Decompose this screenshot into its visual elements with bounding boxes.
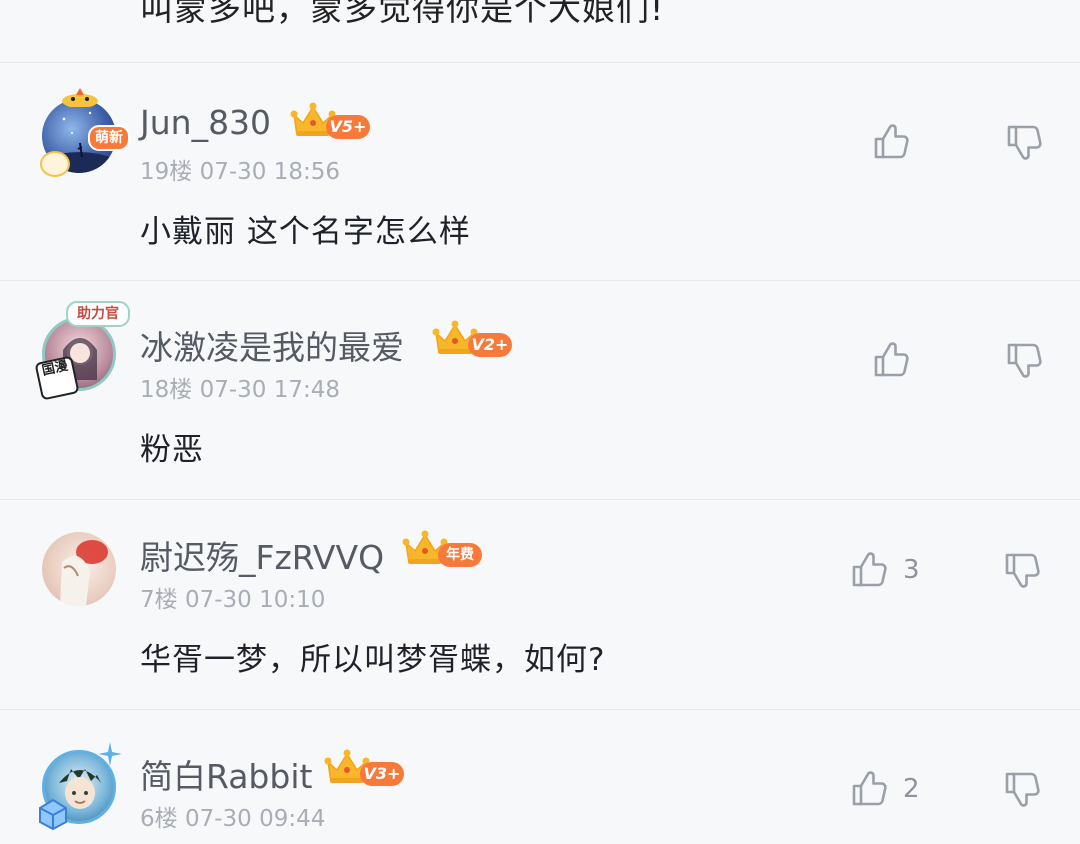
floor-number: 6楼	[140, 806, 178, 832]
avatar[interactable]: 萌新	[38, 88, 130, 179]
comment-text: 粉恶	[140, 432, 204, 468]
avatar-badge: 助力官	[66, 301, 130, 327]
comment-meta: 6楼 07-30 09:44	[140, 799, 325, 833]
avatar[interactable]	[38, 528, 122, 612]
timestamp: 07-30 09:44	[184, 806, 326, 832]
username[interactable]: 冰激凌是我的最爱	[140, 321, 404, 369]
timestamp: 07-30 18:56	[199, 159, 341, 185]
avatar-image	[42, 532, 116, 606]
chick-paw-icon	[40, 151, 70, 177]
username[interactable]: 尉迟殇_FzRVVQ	[140, 531, 384, 579]
like-button[interactable]	[848, 768, 890, 810]
username[interactable]: Jun_830	[140, 103, 271, 142]
comment-text: 叫蒙多吧，蒙多觉得你是个大娘们!	[140, 0, 665, 28]
sparkle-icon	[98, 742, 122, 766]
dislike-button[interactable]	[1003, 339, 1045, 381]
comment-item-previous: 叫蒙多吧，蒙多觉得你是个大娘们!	[0, 0, 1080, 62]
timestamp: 07-30 10:10	[184, 587, 326, 613]
avatar[interactable]	[38, 742, 122, 830]
floor-number: 18楼	[140, 377, 193, 403]
floor-number: 19楼	[140, 159, 193, 185]
dislike-button[interactable]	[1001, 768, 1043, 810]
cube-badge-icon	[39, 798, 67, 830]
dislike-button[interactable]	[1001, 549, 1043, 591]
dislike-button[interactable]	[1003, 121, 1045, 163]
avatar-badge: 萌新	[88, 125, 130, 151]
comment-item: 助力官 国漫 冰激凌是我的最爱 V2+ 18楼 07-30 17:48 粉恶	[0, 281, 1080, 499]
avatar-badge: 国漫	[34, 355, 80, 401]
level-badge: 年费	[438, 543, 482, 567]
comment-item: 简白Rabbit V3+ 6楼 07-30 09:44 2	[0, 710, 1080, 844]
level-badge: V3+	[360, 762, 404, 786]
comment-meta: 18楼 07-30 17:48	[140, 370, 340, 404]
comment-list: 叫蒙多吧，蒙多觉得你是个大娘们! 萌新 Jun_830 V5+ 19楼 07-3…	[0, 0, 1080, 844]
chick-crest-icon	[62, 88, 98, 107]
like-count: 3	[903, 555, 920, 585]
like-count: 2	[903, 774, 920, 804]
comment-meta: 19楼 07-30 18:56	[140, 152, 340, 186]
floor-number: 7楼	[140, 587, 178, 613]
like-button[interactable]	[870, 121, 912, 163]
comment-text: 华胥一梦，所以叫梦胥蝶，如何?	[140, 642, 606, 678]
level-badge: V2+	[468, 333, 512, 357]
username[interactable]: 简白Rabbit	[140, 750, 312, 798]
avatar-art-icon	[60, 540, 108, 606]
level-badge: V5+	[326, 115, 370, 139]
comment-item: 尉迟殇_FzRVVQ 年费 7楼 07-30 10:10 华胥一梦，所以叫梦胥蝶…	[0, 500, 1080, 709]
avatar[interactable]: 助力官 国漫	[34, 301, 130, 401]
comment-meta: 7楼 07-30 10:10	[140, 580, 325, 614]
timestamp: 07-30 17:48	[199, 377, 341, 403]
comment-item: 萌新 Jun_830 V5+ 19楼 07-30 18:56 小戴丽 这个名字怎…	[0, 63, 1080, 280]
like-button[interactable]	[848, 549, 890, 591]
comment-text: 小戴丽 这个名字怎么样	[140, 214, 471, 250]
like-button[interactable]	[870, 339, 912, 381]
